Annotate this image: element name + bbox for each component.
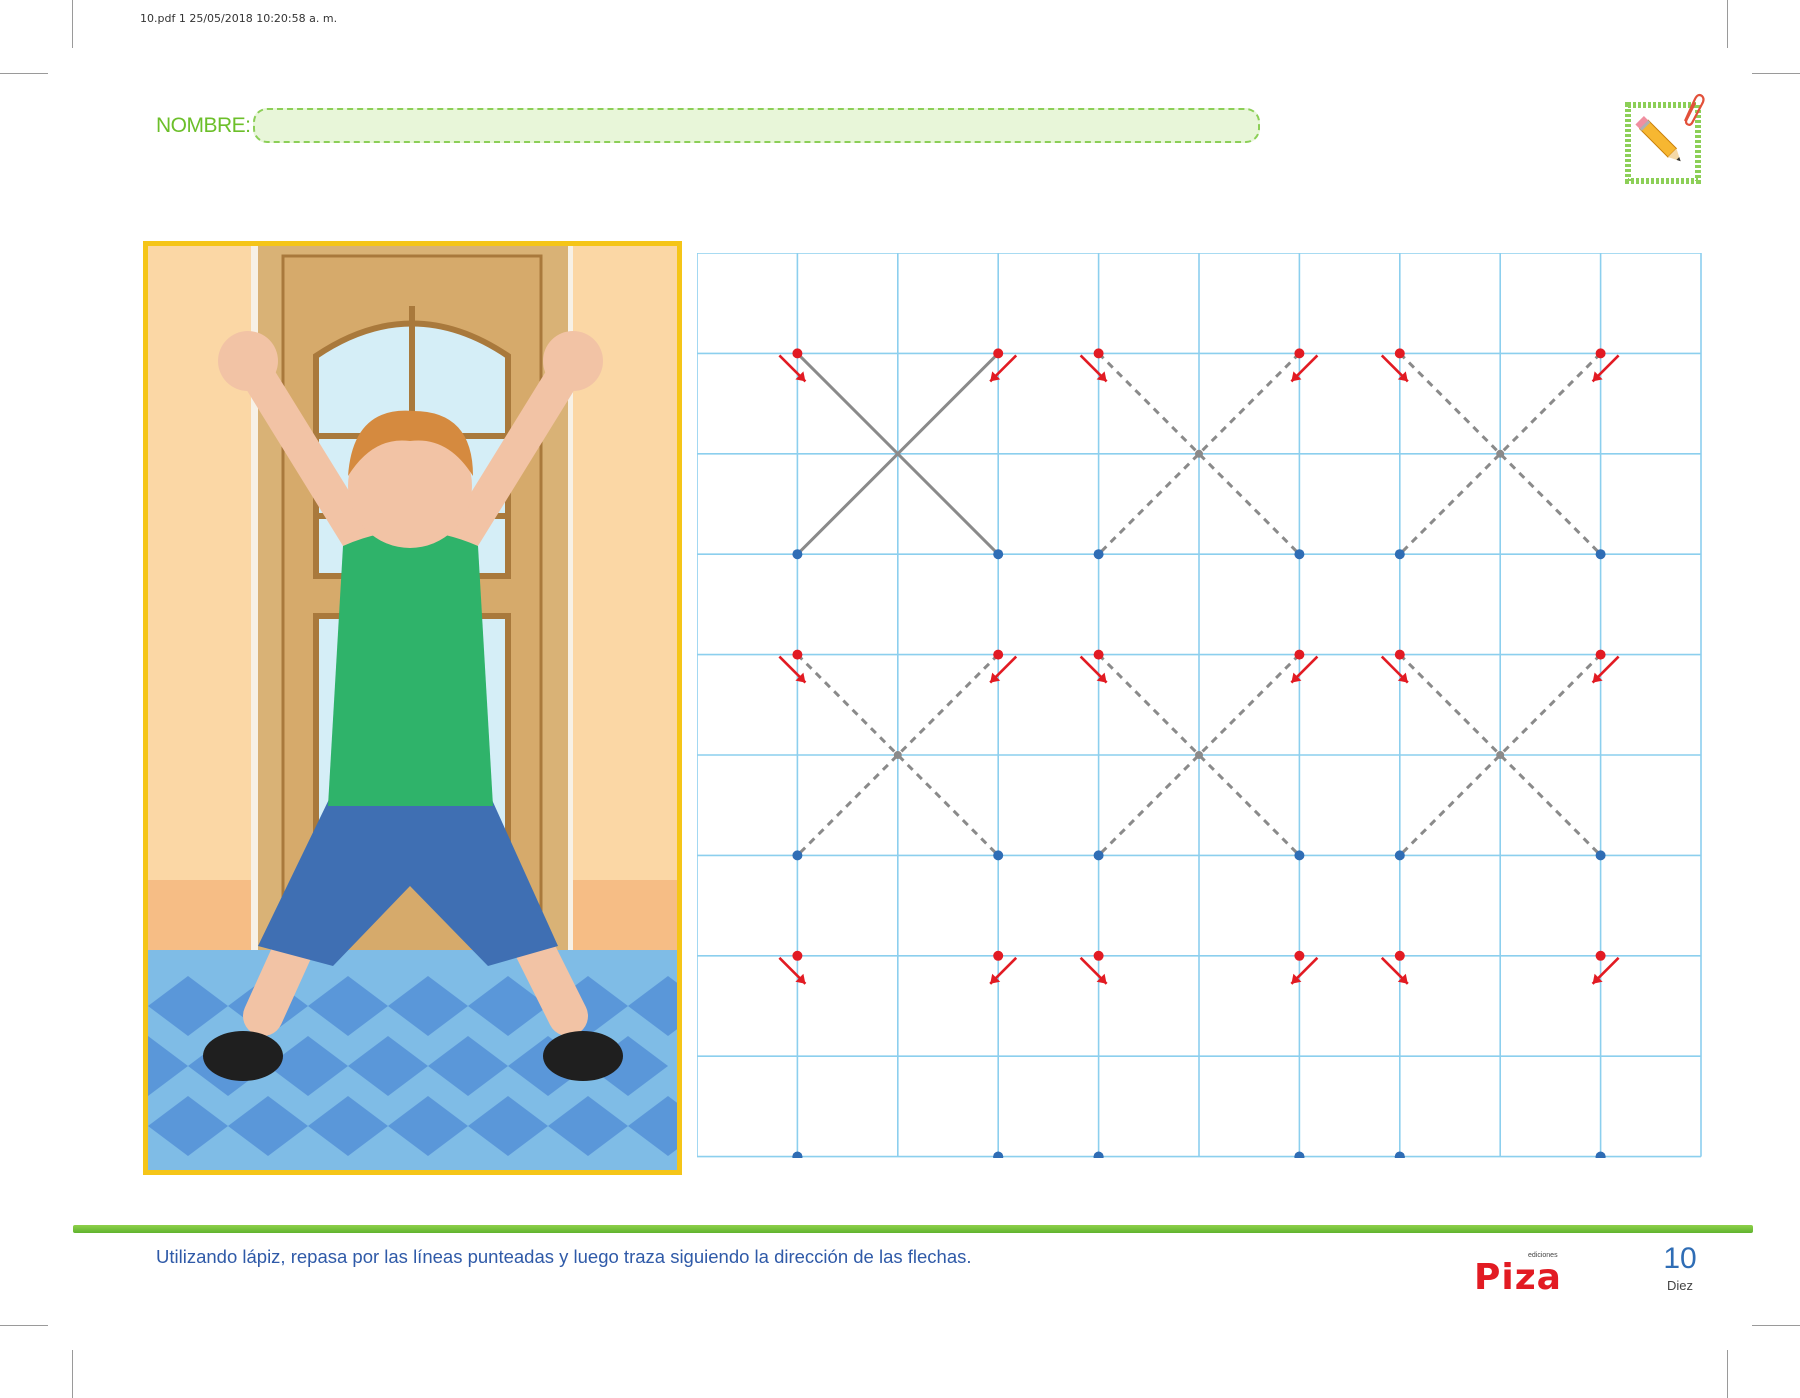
center-dot <box>1195 449 1203 458</box>
crop-mark <box>1752 73 1800 74</box>
end-dot <box>1595 549 1606 560</box>
child-jumping-illustration <box>143 241 682 1175</box>
start-dot <box>993 348 1004 359</box>
page-number: 10 <box>1663 1242 1697 1275</box>
start-dot <box>1595 950 1606 961</box>
name-label: NOMBRE: <box>156 114 251 137</box>
start-dot <box>1093 649 1104 660</box>
end-dot <box>1394 549 1405 560</box>
print-info: 10.pdf 1 25/05/2018 10:20:58 a. m. <box>140 12 338 25</box>
start-dot <box>1394 649 1405 660</box>
start-dot <box>1394 348 1405 359</box>
end-dot <box>1394 850 1405 861</box>
start-dot <box>1093 348 1104 359</box>
center-dot <box>1195 751 1203 759</box>
end-dot <box>792 850 803 861</box>
crop-mark <box>1727 1350 1728 1398</box>
start-dot <box>792 348 803 359</box>
instruction-text: Utilizando lápiz, repasa por las líneas … <box>156 1246 972 1267</box>
end-dot <box>1595 850 1606 861</box>
start-dot <box>1294 348 1305 359</box>
page-word: Diez <box>1666 1278 1693 1293</box>
crop-mark <box>72 0 73 48</box>
end-dot <box>1093 1151 1104 1162</box>
end-dot <box>1093 850 1104 861</box>
end-dot <box>993 850 1004 861</box>
crop-mark <box>1727 0 1728 48</box>
start-dot <box>792 649 803 660</box>
end-dot <box>792 549 803 560</box>
crop-mark <box>0 1325 48 1326</box>
start-dot <box>993 950 1004 961</box>
name-field[interactable] <box>253 108 1260 143</box>
center-dot <box>1496 751 1505 759</box>
end-dot <box>1093 549 1104 560</box>
start-dot <box>1595 649 1606 660</box>
start-dot <box>993 649 1004 660</box>
brand-name: Piza <box>1474 1257 1562 1298</box>
pencil-icon <box>1625 93 1705 185</box>
paperclip-icon <box>1683 93 1705 126</box>
center-dot <box>1496 449 1505 458</box>
end-dot <box>993 549 1004 560</box>
piza-logo: ediciones Piza <box>1470 1252 1580 1298</box>
tracing-grid[interactable] <box>696 252 1702 1162</box>
end-dot <box>792 1151 803 1162</box>
footer-divider <box>73 1225 1753 1233</box>
start-dot <box>1595 348 1606 359</box>
start-dot <box>792 950 803 961</box>
end-dot <box>1294 1151 1305 1162</box>
start-dot <box>1294 950 1305 961</box>
end-dot <box>1394 1151 1405 1162</box>
crop-mark <box>0 73 48 74</box>
crop-mark <box>1752 1325 1800 1326</box>
center-dot <box>893 751 902 759</box>
end-dot <box>993 1151 1004 1162</box>
end-dot <box>1595 1151 1606 1162</box>
start-dot <box>1093 950 1104 961</box>
start-dot <box>1294 649 1305 660</box>
end-dot <box>1294 850 1305 861</box>
start-dot <box>1394 950 1405 961</box>
crop-mark <box>72 1350 73 1398</box>
end-dot <box>1294 549 1305 560</box>
